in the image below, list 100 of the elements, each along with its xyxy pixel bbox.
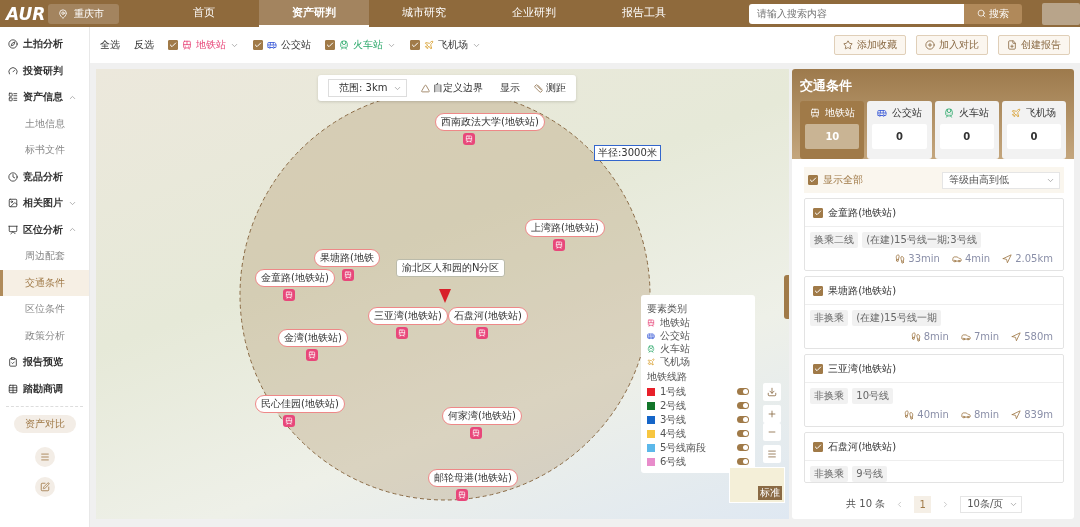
checkbox[interactable] (808, 175, 819, 185)
toggle-switch[interactable] (737, 388, 749, 395)
select-all-link[interactable]: 全选 (100, 38, 120, 52)
compare-button[interactable]: 资产对比 (13, 415, 76, 433)
action-button[interactable]: 创建报告 (998, 35, 1070, 55)
sidebar-item[interactable]: 踏勘商调 (0, 375, 89, 402)
map-tool[interactable]: 测距 (534, 81, 567, 95)
action-button[interactable]: 加入对比 (916, 35, 988, 55)
sidebar-subitem[interactable]: 区位条件 (0, 296, 89, 323)
filter-label[interactable]: 地铁站 (196, 38, 226, 52)
sort-select[interactable]: 等级由高到低 (942, 171, 1060, 189)
checkbox[interactable] (813, 285, 824, 296)
checkbox[interactable] (253, 40, 263, 50)
sidebar-subitem[interactable]: 标书文件 (0, 137, 89, 164)
category-tab[interactable]: 公交站 0 (867, 101, 932, 159)
station-label[interactable]: 金湾(地铁站) (278, 329, 348, 347)
station-label[interactable]: 果塘路(地铁 (314, 249, 380, 267)
minimap[interactable]: 标准 (729, 467, 785, 503)
zoom-out-button[interactable] (763, 423, 781, 441)
sidebar-item[interactable]: 区位分析 (0, 216, 89, 243)
station-label[interactable]: 上湾路(地铁站) (525, 219, 605, 237)
range-select[interactable]: 范围: 3km (328, 79, 408, 97)
metro-icon (647, 319, 655, 327)
metro-pin-icon[interactable] (283, 289, 295, 301)
metro-icon (344, 271, 352, 279)
bus-icon (267, 40, 277, 50)
metro-pin-icon[interactable] (456, 489, 468, 501)
station-card[interactable]: 金童路(地铁站) 换乘二线 (在建)15号线一期;3号线 33min 4min 2.05km (804, 198, 1064, 271)
layers-button[interactable] (763, 445, 781, 463)
sidebar-item[interactable]: 土拍分析 (0, 31, 89, 58)
sidebar-item[interactable]: 相关图片 (0, 190, 89, 217)
category-tab[interactable]: 地铁站 10 (800, 101, 865, 159)
metro-pin-icon[interactable] (306, 349, 318, 361)
map-style-label[interactable]: 标准 (758, 486, 782, 500)
metro-pin-icon[interactable] (396, 327, 408, 339)
action-button[interactable]: 添加收藏 (834, 35, 906, 55)
nav-tab[interactable]: 城市研究 (368, 0, 479, 27)
map-tool[interactable]: 自定义边界 (421, 81, 484, 95)
search-field[interactable]: 请输入搜索内容 (748, 3, 965, 24)
toggle-switch[interactable] (737, 416, 749, 423)
train-icon (647, 345, 655, 353)
nav-tab[interactable]: 企业研判 (478, 0, 589, 27)
sidebar-subitem[interactable]: 土地信息 (0, 110, 89, 137)
metro-pin-icon[interactable] (476, 327, 488, 339)
checkbox[interactable] (813, 441, 824, 452)
category-tab[interactable]: 飞机场 0 (1001, 101, 1067, 159)
legend-label: 3号线 (660, 412, 687, 427)
station-label[interactable]: 民心佳园(地铁站) (255, 395, 345, 413)
distance: 580m (1024, 331, 1053, 342)
metro-icon (478, 329, 486, 337)
filter-label[interactable]: 公交站 (281, 38, 311, 52)
checkbox[interactable] (813, 207, 824, 218)
map-tool[interactable]: 显示 (497, 81, 521, 95)
station-label[interactable]: 石盘河(地铁站) (448, 307, 528, 325)
toggle-switch[interactable] (737, 402, 749, 409)
station-card[interactable]: 石盘河(地铁站) 非换乘 9号线 (804, 432, 1064, 483)
station-card[interactable]: 三亚湾(地铁站) 非换乘 10号线 40min 8min 839m (804, 354, 1064, 427)
page-size-select[interactable]: 10条/页 (960, 495, 1023, 513)
station-card[interactable]: 果塘路(地铁站) 非换乘 (在建)15号线一期 8min 7min 580m (804, 276, 1064, 349)
plus-icon (767, 409, 777, 419)
sidebar-item[interactable]: 资产信息 (0, 84, 89, 111)
nav-tab[interactable]: 报告工具 (588, 0, 699, 27)
nav-tab[interactable]: 首页 (148, 0, 259, 27)
checkbox[interactable] (410, 40, 420, 50)
toggle-switch[interactable] (737, 458, 749, 465)
checkbox[interactable] (168, 40, 178, 50)
zoom-in-button[interactable] (763, 405, 781, 423)
logo: AUR (6, 3, 47, 24)
metro-pin-icon[interactable] (463, 133, 475, 145)
station-label[interactable]: 三亚湾(地铁站) (368, 307, 448, 325)
legend-label: 公交站 (660, 329, 690, 343)
metro-pin-icon[interactable] (342, 269, 354, 281)
sidebar-item[interactable]: 报告预览 (0, 349, 89, 376)
sidebar-subitem[interactable]: 交通条件 (0, 269, 89, 296)
sidebar-item[interactable]: 投资研判 (0, 57, 89, 84)
avatar[interactable] (1042, 2, 1080, 25)
download-button[interactable] (763, 383, 781, 401)
sidebar-item[interactable]: 竞品分析 (0, 163, 89, 190)
plus-icon (925, 40, 935, 50)
sidebar-subitem[interactable]: 政策分析 (0, 322, 89, 349)
metro-pin-icon[interactable] (553, 239, 565, 251)
drive-time: 4min (964, 253, 991, 264)
station-label[interactable]: 邮轮母港(地铁站) (428, 469, 518, 487)
category-tab[interactable]: 火车站 0 (934, 101, 999, 159)
invert-selection-link[interactable]: 反选 (134, 38, 154, 52)
filter-label[interactable]: 飞机场 (438, 38, 468, 52)
metro-pin-icon[interactable] (470, 427, 482, 439)
station-label[interactable]: 金童路(地铁站) (255, 269, 335, 287)
checkbox[interactable] (813, 363, 824, 374)
menu-item-icon (8, 383, 18, 394)
metro-pin-icon[interactable] (283, 415, 295, 427)
toggle-switch[interactable] (737, 430, 749, 437)
station-label[interactable]: 何家湾(地铁站) (442, 407, 522, 425)
edit-button[interactable] (34, 477, 55, 497)
sidebar-subitem[interactable]: 周边配套 (0, 243, 89, 270)
menu-button[interactable] (34, 447, 55, 467)
checkbox[interactable] (325, 40, 335, 50)
toggle-switch[interactable] (737, 444, 749, 451)
station-label[interactable]: 西南政法大学(地铁站) (435, 113, 545, 131)
collapse-handle[interactable] (784, 275, 790, 319)
